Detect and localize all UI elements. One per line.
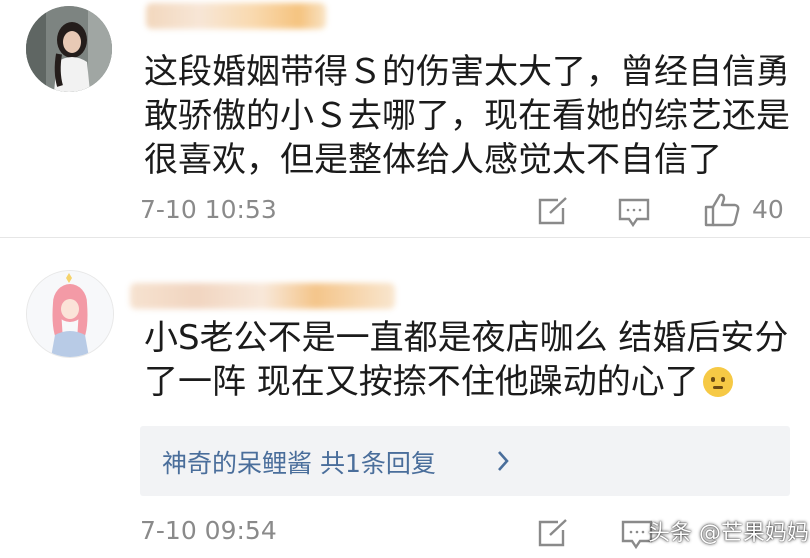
confused-emoji xyxy=(702,367,733,397)
comment-time: 7-10 10:53 xyxy=(140,195,277,224)
reply-thread-link[interactable]: 神奇的呆鲤酱 共1条回复 xyxy=(140,426,790,496)
user-avatar[interactable] xyxy=(26,6,112,92)
watermark: 头条 @芒果妈妈 xyxy=(648,521,809,546)
edit-icon[interactable] xyxy=(536,196,570,230)
edit-icon[interactable] xyxy=(536,518,570,552)
comment-text: 小S老公不是一直都是夜店咖么 结婚后安分 了一阵 现在又按捺不住他躁动的心了 xyxy=(144,318,789,402)
reply-link-text: 神奇的呆鲤酱 共1条回复 xyxy=(162,449,436,478)
like-count: 40 xyxy=(752,195,784,224)
thumbs-up-icon[interactable] xyxy=(703,192,741,232)
comment-icon[interactable] xyxy=(617,196,651,232)
chevron-right-icon xyxy=(496,450,510,476)
comment-1: 这段婚姻带得Ｓ的伤害太大了，曾经自信勇 敢骄傲的小Ｓ去哪了，现在看她的综艺还是 … xyxy=(0,0,810,238)
username-blurred[interactable] xyxy=(146,3,326,29)
user-avatar[interactable] xyxy=(26,270,114,358)
comment-text: 这段婚姻带得Ｓ的伤害太大了，曾经自信勇 敢骄傲的小Ｓ去哪了，现在看她的综艺还是 … xyxy=(144,52,790,180)
username-blurred[interactable] xyxy=(130,283,395,309)
comment-time: 7-10 09:54 xyxy=(140,516,277,545)
comment-2: 小S老公不是一直都是夜店咖么 结婚后安分 了一阵 现在又按捺不住他躁动的心了 神… xyxy=(0,238,810,558)
